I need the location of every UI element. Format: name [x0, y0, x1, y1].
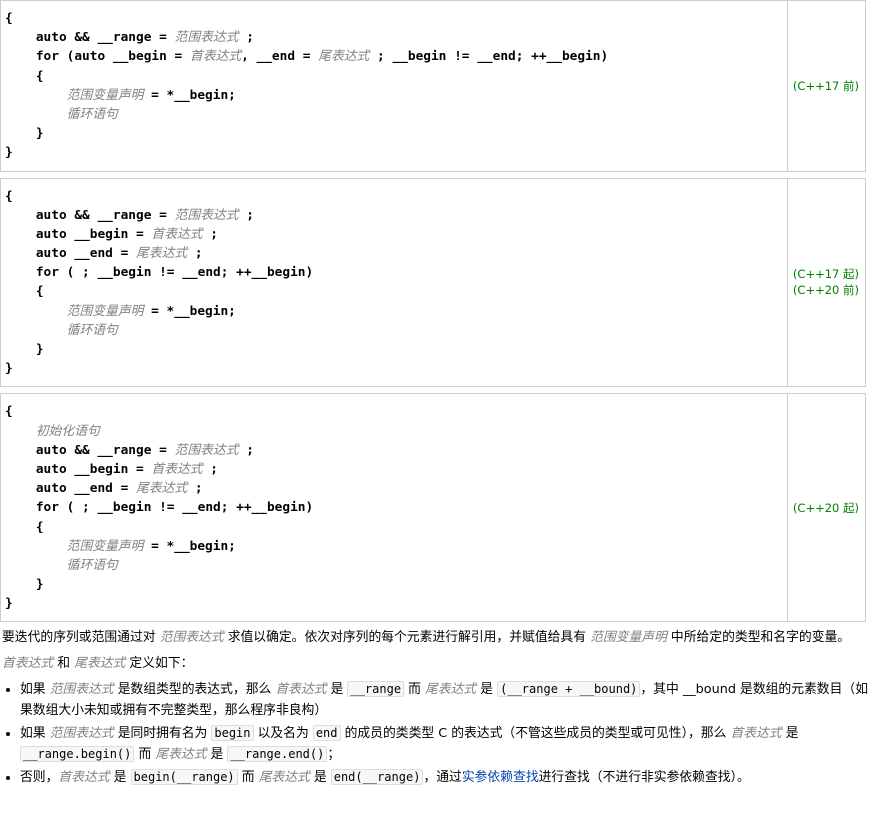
adl-link[interactable]: 实参依赖查找 — [462, 770, 539, 785]
code-block-cpp17-cpp20: { auto && __range = 范围表达式 ; auto __begin… — [0, 178, 866, 388]
code-block-cpp20-after: { 初始化语句 auto && __range = 范围表达式 ; auto _… — [0, 393, 866, 622]
definition-list: 如果 范围表达式 是数组类型的表达式，那么 首表达式 是 __range 而 尾… — [0, 680, 871, 788]
revision-label: (C++20 起) — [788, 394, 866, 622]
explanation-paragraph-2: 首表达式 和 尾表达式 定义如下： — [2, 654, 869, 674]
definition-item-class: 如果 范围表达式 是同时拥有名为 begin 以及名为 end 的成员的类类型 … — [20, 724, 871, 765]
explanation-paragraph-1: 要迭代的序列或范围通过对 范围表达式 求值以确定。依次对序列的每个元素进行解引用… — [2, 628, 869, 648]
code-content: { 初始化语句 auto && __range = 范围表达式 ; auto _… — [5, 402, 783, 613]
revision-label: (C++17 起) (C++20 前) — [788, 178, 866, 387]
code-content: { auto && __range = 范围表达式 ; auto __begin… — [5, 187, 783, 379]
code-block-cpp17-before: { auto && __range = 范围表达式 ; for (auto __… — [0, 0, 866, 172]
definition-item-array: 如果 范围表达式 是数组类型的表达式，那么 首表达式 是 __range 而 尾… — [20, 680, 871, 721]
revision-label: (C++17 前) — [788, 1, 866, 172]
code-content: { auto && __range = 范围表达式 ; for (auto __… — [5, 9, 783, 163]
definition-item-adl: 否则，首表达式 是 begin(__range) 而 尾表达式 是 end(__… — [20, 768, 871, 788]
